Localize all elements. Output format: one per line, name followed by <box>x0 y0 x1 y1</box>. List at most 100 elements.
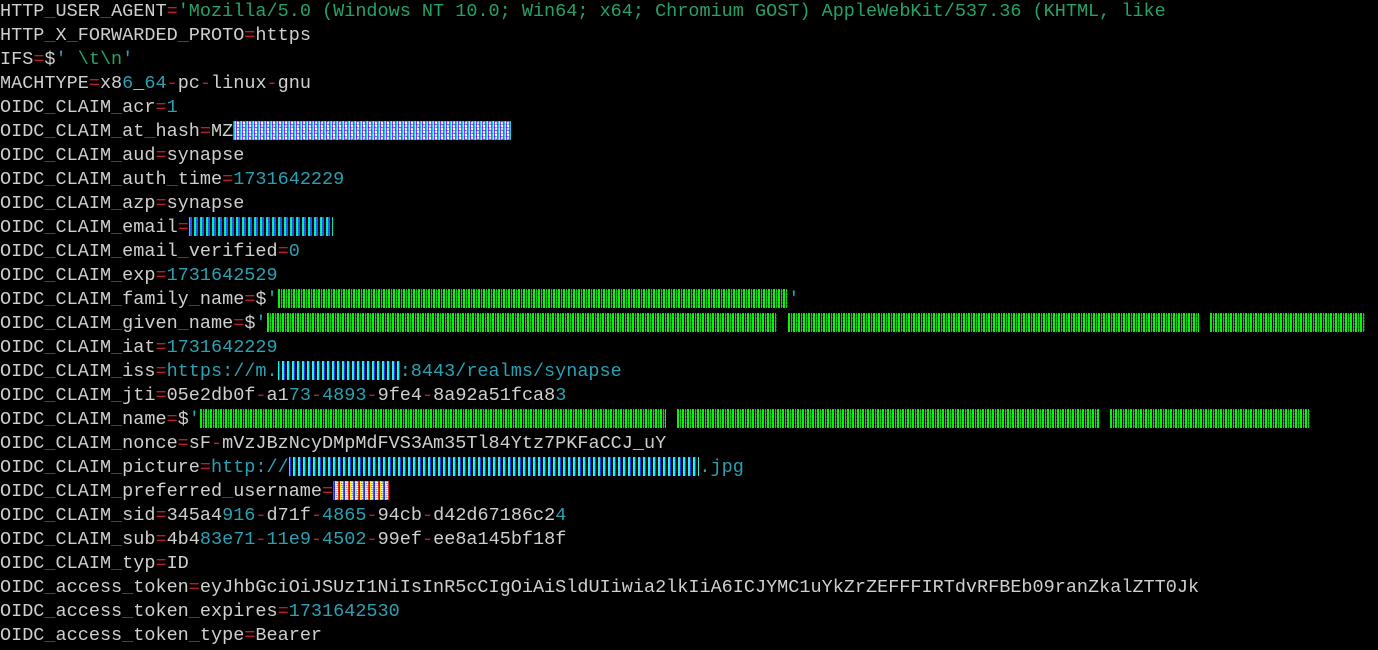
var-name-part: OIDC <box>0 361 45 382</box>
number-token: 83e71 <box>199 529 256 550</box>
equals-sign: = <box>222 169 234 190</box>
value-token: synapse <box>166 145 245 166</box>
terminal-output[interactable]: HTTP_USER_AGENT='Mozilla/5.0 (Windows NT… <box>0 0 1378 650</box>
var-name-part: typ <box>122 553 156 574</box>
var-name-part: sub <box>122 529 156 550</box>
underscore-separator: _ <box>44 385 56 406</box>
var-name-part: verified <box>188 241 278 262</box>
var-name-part: OIDC <box>0 241 45 262</box>
value-token: mVzJBzNcyDMpMdFVS3Am35Tl84Ytz7PKFaCCJ_uY <box>222 433 667 454</box>
underscore-separator: _ <box>99 1 112 22</box>
underscore-separator: _ <box>177 241 189 262</box>
value-token: pc <box>177 73 200 94</box>
equals-sign: = <box>188 577 200 598</box>
var-name-part: OIDC <box>0 121 45 142</box>
underscore-separator: _ <box>222 481 234 502</box>
underscore-separator: _ <box>44 265 56 286</box>
equals-sign: = <box>277 601 289 622</box>
var-name-part: CLAIM <box>55 505 112 526</box>
underscore-separator: _ <box>111 313 123 334</box>
number-token: 1731642529 <box>166 265 278 286</box>
var-name-part: FORWARDED <box>77 25 178 46</box>
underscore-separator: _ <box>44 97 56 118</box>
var-name-part: OIDC <box>0 409 45 430</box>
var-name-part: family <box>122 289 189 310</box>
equals-sign: = <box>166 409 178 430</box>
hyphen-separator: - <box>310 385 323 406</box>
value-token: a1 <box>266 385 289 406</box>
hash-prefix: MZ <box>211 121 234 142</box>
hyphen-separator: - <box>310 529 323 550</box>
var-name-part: OIDC <box>0 481 45 502</box>
var-name-part: CLAIM <box>55 433 112 454</box>
number-token: 1731642229 <box>166 337 278 358</box>
terminal-line: OIDC_CLAIM_typ=ID <box>0 552 1378 576</box>
redacted-given-name-2 <box>788 313 1199 332</box>
dollar-sign: $ <box>44 49 56 70</box>
terminal-line: OIDC_access_token_expires=1731642530 <box>0 600 1378 624</box>
underscore-separator: _ <box>166 169 178 190</box>
redacted-name-1 <box>199 409 667 428</box>
underscore-separator: _ <box>111 433 123 454</box>
underscore-separator: _ <box>44 289 56 310</box>
underscore-separator: _ <box>111 385 123 406</box>
equals-sign: = <box>155 385 167 406</box>
number-token: 64 <box>144 73 167 94</box>
var-name-part: HTTP <box>0 1 45 22</box>
terminal-line: OIDC_CLAIM_given_name=$' <box>0 312 1378 336</box>
dollar-sign: $ <box>244 313 256 334</box>
value-token: 05e2db0f <box>166 385 256 406</box>
underscore-separator: _ <box>122 601 134 622</box>
hyphen-separator: - <box>199 73 212 94</box>
var-name-part: OIDC <box>0 385 45 406</box>
underscore-separator: _ <box>111 169 123 190</box>
number-token: 916 <box>222 505 256 526</box>
value-token: d42d67186c2 <box>433 505 556 526</box>
terminal-line: OIDC_CLAIM_nonce=sF-mVzJBzNcyDMpMdFVS3Am… <box>0 432 1378 456</box>
terminal-line: OIDC_CLAIM_preferred_username= <box>0 480 1378 504</box>
terminal-line: OIDC_access_token=eyJhbGciOiJSUzI1NiIsIn… <box>0 576 1378 600</box>
redacted-given-name-1 <box>266 313 778 332</box>
dollar-sign: $ <box>255 289 267 310</box>
underscore-separator: _ <box>44 505 56 526</box>
var-name-part: CLAIM <box>55 217 112 238</box>
value-token: sF <box>188 433 211 454</box>
var-name-part: OIDC <box>0 217 45 238</box>
quote-char: ' <box>788 289 800 310</box>
var-name-part: CLAIM <box>55 265 112 286</box>
equals-sign: = <box>277 241 289 262</box>
underscore-separator: _ <box>122 577 134 598</box>
equals-sign: = <box>244 289 256 310</box>
equals-sign: = <box>155 361 167 382</box>
var-name-part: picture <box>122 457 200 478</box>
var-name-part: token <box>133 577 189 598</box>
terminal-line: OIDC_CLAIM_aud=synapse <box>0 144 1378 168</box>
underscore-separator: _ <box>44 553 56 574</box>
redacted-name-3 <box>1110 409 1310 428</box>
quote-char: ' <box>188 409 200 430</box>
var-name-part: jti <box>122 385 156 406</box>
underscore-separator: _ <box>111 457 123 478</box>
var-name-part: CLAIM <box>55 169 112 190</box>
underscore-separator: _ <box>111 265 123 286</box>
var-name-part: CLAIM <box>55 361 112 382</box>
equals-sign: = <box>322 481 334 502</box>
var-name-part: name <box>199 289 245 310</box>
hyphen-separator: - <box>422 385 434 406</box>
var-name-part: expires <box>199 601 278 622</box>
terminal-line: HTTP_X_FORWARDED_PROTO=https <box>0 24 1378 48</box>
underscore-separator: _ <box>44 433 56 454</box>
var-name-part: IFS <box>0 49 34 70</box>
equals-sign: = <box>199 457 211 478</box>
underscore-separator: _ <box>44 457 56 478</box>
var-name-part: CLAIM <box>55 337 112 358</box>
value-token: 99ef <box>377 529 422 550</box>
hyphen-separator: - <box>255 505 267 526</box>
terminal-line: OIDC_CLAIM_sid=345a4916-d71f-4865-94cb-d… <box>0 504 1378 528</box>
var-name-part: access <box>55 625 123 646</box>
var-name-part: OIDC <box>0 505 45 526</box>
number-token: 0 <box>288 241 300 262</box>
var-name-part: name <box>122 409 167 430</box>
var-name-part: USER <box>55 1 100 22</box>
terminal-line: OIDC_CLAIM_picture=http://.jpg <box>0 456 1378 480</box>
